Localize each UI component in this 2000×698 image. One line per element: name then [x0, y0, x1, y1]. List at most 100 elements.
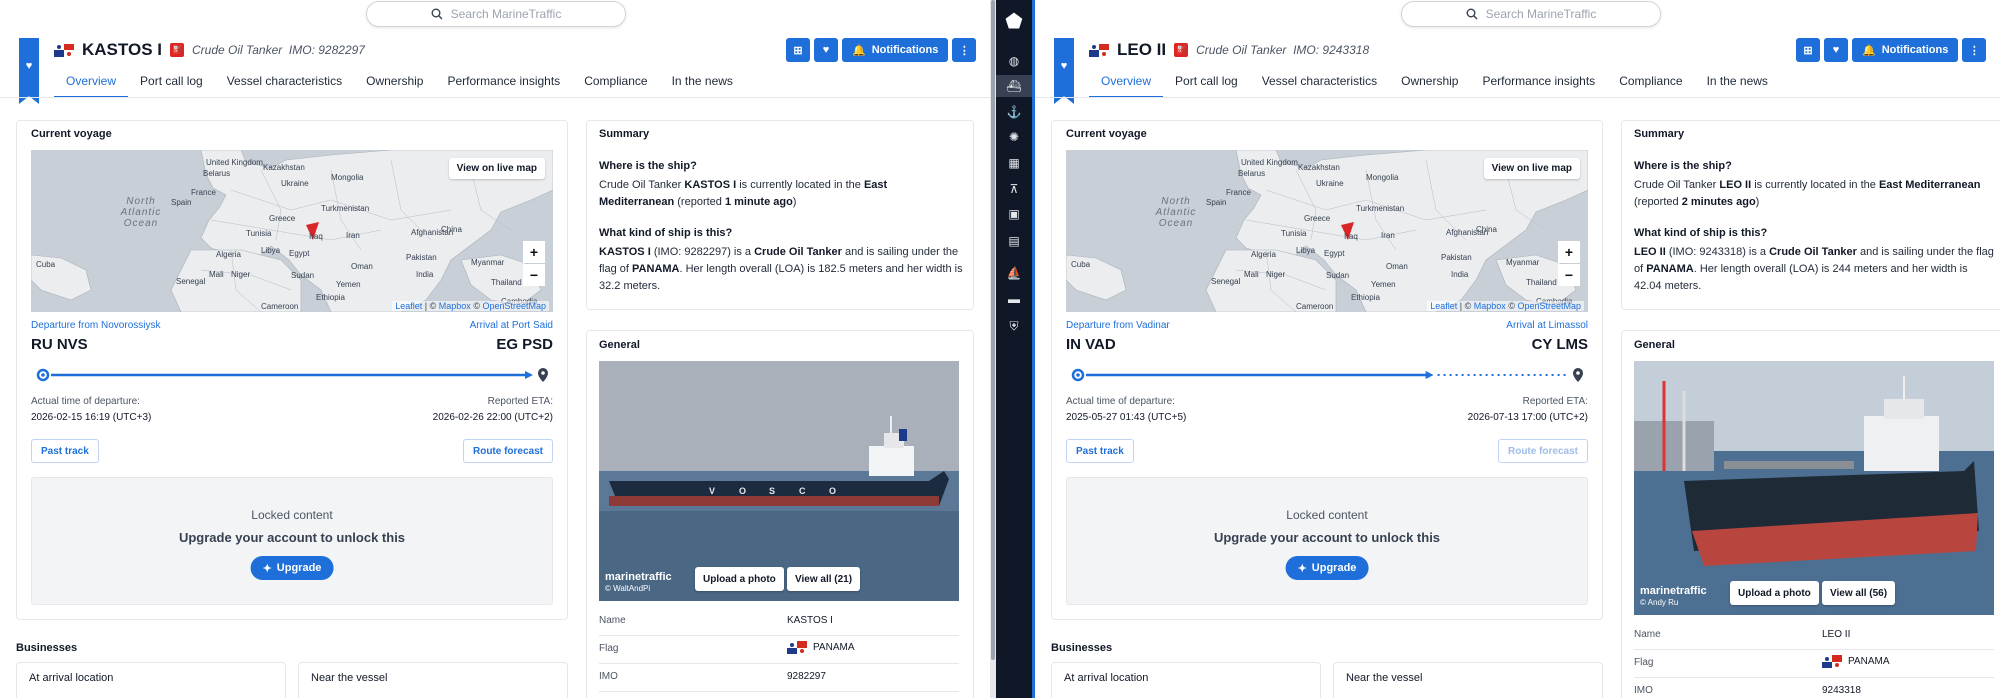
- near-vessel-card[interactable]: Near the vessel: [298, 662, 568, 698]
- osm-link[interactable]: OpenStreetMap: [482, 301, 546, 311]
- mapbox-link[interactable]: Mapbox: [439, 301, 471, 311]
- departure-port-link[interactable]: Departure from Vadinar: [1066, 320, 1170, 331]
- search-input[interactable]: Search MarineTraffic: [1401, 1, 1661, 27]
- zoom-in-button[interactable]: +: [1558, 241, 1580, 263]
- view-all-photos-button[interactable]: View all (56): [1822, 581, 1896, 605]
- departure-port-link[interactable]: Departure from Novorossiysk: [31, 320, 160, 331]
- view-live-map-button[interactable]: View on live map: [448, 158, 545, 179]
- map-place-label: Mali: [209, 270, 224, 279]
- search-icon: [1466, 8, 1478, 20]
- favorite-bookmark[interactable]: ♥: [19, 38, 39, 104]
- at-arrival-card[interactable]: At arrival location: [1051, 662, 1321, 698]
- add-to-fleet-button[interactable]: ⊞: [786, 38, 810, 62]
- arrival-port-link[interactable]: Arrival at Port Said: [470, 320, 553, 331]
- route-forecast-button[interactable]: Route forecast: [1497, 439, 1588, 463]
- route-forecast-button[interactable]: Route forecast: [462, 439, 553, 463]
- upload-photo-button[interactable]: Upload a photo: [1730, 581, 1819, 605]
- where-answer: Crude Oil Tanker KASTOS I is currently l…: [599, 179, 888, 208]
- scrollbar-thumb[interactable]: [991, 0, 995, 660]
- departure-label: Actual time of departure:: [31, 396, 140, 407]
- vessel-photo[interactable]: marinetraffic © Andy Ru Upload a photo View…: [1634, 361, 1994, 615]
- map-place-label: India: [416, 270, 434, 279]
- favorite-bookmark[interactable]: ♥: [1054, 38, 1074, 104]
- voyage-map[interactable]: North Atlantic Ocean United Kingdom Belar…: [31, 150, 553, 312]
- map-place-label: Iraq: [309, 232, 323, 241]
- map-place-label: Mongolia: [331, 173, 364, 182]
- card-icon[interactable]: ▬: [996, 288, 1032, 310]
- map-place-label: Kazakhstan: [1298, 163, 1340, 172]
- current-voyage-title: Current voyage: [1066, 128, 1147, 140]
- upgrade-button[interactable]: ✦ Upgrade: [250, 556, 334, 580]
- lighthouse-icon[interactable]: ✺: [996, 126, 1032, 148]
- favorite-button[interactable]: ♥: [814, 38, 838, 62]
- map-place-label: France: [191, 188, 216, 197]
- favorite-button[interactable]: ♥: [1824, 38, 1848, 62]
- general-value-flag: PANAMA: [1848, 656, 1890, 668]
- arrival-port-link[interactable]: Arrival at Limassol: [1506, 320, 1588, 331]
- leaflet-link[interactable]: Leaflet: [1430, 301, 1457, 311]
- voyage-map[interactable]: North Atlantic Ocean United Kingdom Belar…: [1066, 150, 1588, 312]
- ship-wave-icon[interactable]: ⛵: [996, 262, 1032, 284]
- mapbox-link[interactable]: Mapbox: [1474, 301, 1506, 311]
- tab-overview[interactable]: Overview: [1089, 70, 1164, 98]
- tab-performance-insights[interactable]: Performance insights: [435, 70, 572, 98]
- at-arrival-card[interactable]: At arrival location: [16, 662, 286, 698]
- vessel-type: Crude Oil Tanker: [1196, 43, 1287, 57]
- search-input[interactable]: Search MarineTraffic: [366, 1, 626, 27]
- map-place-label: Myanmar: [471, 258, 505, 267]
- tab-in-the-news[interactable]: In the news: [660, 70, 745, 98]
- photos-icon[interactable]: ▣: [996, 203, 1032, 225]
- marinetraffic-logo-icon[interactable]: ⬟: [996, 10, 1032, 33]
- svg-text:O: O: [739, 486, 746, 496]
- past-track-button[interactable]: Past track: [31, 439, 99, 463]
- map-place-label: Oman: [1386, 262, 1408, 271]
- general-key-flag: Flag: [1634, 657, 1654, 668]
- leaflet-link[interactable]: Leaflet: [395, 301, 422, 311]
- view-live-map-button[interactable]: View on live map: [1483, 158, 1580, 179]
- tab-vessel-characteristics[interactable]: Vessel characteristics: [1250, 70, 1389, 98]
- past-track-button[interactable]: Past track: [1066, 439, 1134, 463]
- map-place-label: Thailand: [1526, 278, 1557, 287]
- vessel-photo[interactable]: V O S C Omarinetraffic © WaltAndPi Upload a ph…: [599, 361, 959, 601]
- news-icon[interactable]: ▤: [996, 230, 1032, 252]
- tab-overview[interactable]: Overview: [54, 70, 129, 98]
- fleet-icon[interactable]: ▦: [996, 152, 1032, 174]
- map-place-label: Mongolia: [1366, 173, 1399, 182]
- zoom-in-button[interactable]: +: [523, 241, 545, 263]
- zoom-out-button[interactable]: −: [523, 264, 545, 286]
- near-vessel-card[interactable]: Near the vessel: [1333, 662, 1603, 698]
- where-question: Where is the ship?: [599, 160, 697, 172]
- map-place-label: Greece: [1304, 214, 1331, 223]
- tab-performance-insights[interactable]: Performance insights: [1470, 70, 1607, 98]
- osm-link[interactable]: OpenStreetMap: [1517, 301, 1581, 311]
- notifications-button[interactable]: 🔔 Notifications: [842, 38, 949, 62]
- notifications-button[interactable]: 🔔 Notifications: [1852, 38, 1959, 62]
- arrival-port-code: EG PSD: [496, 336, 553, 353]
- tab-in-the-news[interactable]: In the news: [1695, 70, 1780, 98]
- search-placeholder: Search MarineTraffic: [450, 7, 562, 21]
- anchor-icon[interactable]: ⚓: [996, 101, 1032, 123]
- tab-compliance[interactable]: Compliance: [1607, 70, 1694, 98]
- view-all-photos-button[interactable]: View all (21): [787, 567, 861, 591]
- tab-compliance[interactable]: Compliance: [572, 70, 659, 98]
- map-place-label: Cuba: [36, 260, 56, 269]
- antenna-icon[interactable]: ⊼: [996, 178, 1032, 200]
- map-place-label: Ethiopia: [316, 293, 345, 302]
- zoom-out-button[interactable]: −: [1558, 264, 1580, 286]
- upload-photo-button[interactable]: Upload a photo: [695, 567, 784, 591]
- ship-icon[interactable]: ⛴: [996, 75, 1032, 97]
- what-question: What kind of ship is this?: [599, 227, 733, 239]
- upgrade-button[interactable]: ✦ Upgrade: [1285, 556, 1369, 580]
- tab-vessel-characteristics[interactable]: Vessel characteristics: [215, 70, 354, 98]
- more-options-button[interactable]: ⋮: [952, 38, 977, 62]
- globe-icon[interactable]: ◍: [996, 50, 1032, 72]
- add-to-fleet-button[interactable]: ⊞: [1796, 38, 1820, 62]
- tab-ownership[interactable]: Ownership: [1389, 70, 1470, 98]
- tab-port-call-log[interactable]: Port call log: [1163, 70, 1250, 98]
- shield-icon[interactable]: ⛨: [996, 315, 1032, 337]
- tab-port-call-log[interactable]: Port call log: [128, 70, 215, 98]
- map-place-label: Spain: [171, 198, 192, 207]
- more-options-button[interactable]: ⋮: [1962, 38, 1987, 62]
- tab-ownership[interactable]: Ownership: [354, 70, 435, 98]
- vessel-name: LEO II: [1117, 40, 1167, 59]
